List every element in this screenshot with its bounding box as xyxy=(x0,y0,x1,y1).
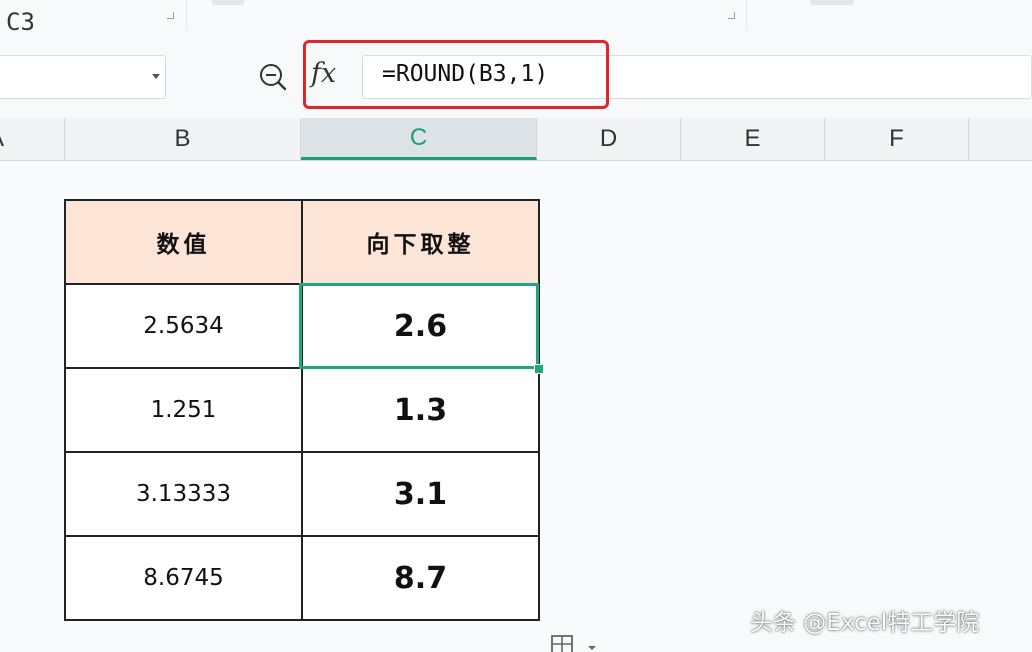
result-cell[interactable]: 2.6 xyxy=(301,283,540,369)
ribbon-tab-stub[interactable] xyxy=(212,0,244,5)
column-header-d[interactable]: D xyxy=(537,118,681,160)
column-header-b[interactable]: B xyxy=(65,118,301,160)
ribbon-divider xyxy=(186,0,187,30)
column-header-f[interactable]: F xyxy=(825,118,969,160)
table-row: 1.251 1.3 xyxy=(64,367,540,453)
header-cell-round[interactable]: 向下取整 xyxy=(301,199,540,285)
watermark-text: 头条 @Excel特工学院 xyxy=(750,610,980,636)
column-header-a[interactable]: A xyxy=(0,118,65,160)
column-header-c[interactable]: C xyxy=(301,118,537,160)
value-cell[interactable]: 8.6745 xyxy=(64,535,303,621)
table-header-row: 数值 向下取整 xyxy=(64,199,540,285)
value-cell[interactable]: 2.5634 xyxy=(64,283,303,369)
spreadsheet-window: C3 fx =ROUND(B3,1) A B C D E F 数值 向下取整 2… xyxy=(0,0,1032,652)
formula-highlight-box xyxy=(303,40,609,109)
name-box-value: C3 xyxy=(6,8,35,36)
result-cell[interactable]: 3.1 xyxy=(301,451,540,537)
data-table: 数值 向下取整 2.5634 2.6 1.251 1.3 3.13333 3.1… xyxy=(64,199,540,621)
zoom-out-icon[interactable] xyxy=(258,62,288,92)
ribbon-strip xyxy=(0,0,1032,30)
ribbon-divider xyxy=(746,0,747,30)
panel-launcher-icon[interactable] xyxy=(728,12,735,19)
chevron-down-icon[interactable] xyxy=(152,74,160,79)
value-cell[interactable]: 1.251 xyxy=(64,367,303,453)
quick-analysis-icon[interactable] xyxy=(548,630,606,652)
value-cell[interactable]: 3.13333 xyxy=(64,451,303,537)
result-cell[interactable]: 1.3 xyxy=(301,367,540,453)
table-row: 2.5634 2.6 xyxy=(64,283,540,369)
header-cell-value[interactable]: 数值 xyxy=(64,199,303,285)
table-row: 8.6745 8.7 xyxy=(64,535,540,621)
name-box[interactable] xyxy=(0,55,166,99)
ribbon-tab-stub[interactable] xyxy=(810,0,854,5)
table-row: 3.13333 3.1 xyxy=(64,451,540,537)
column-header-e[interactable]: E xyxy=(681,118,825,160)
result-cell[interactable]: 8.7 xyxy=(301,535,540,621)
fill-handle[interactable] xyxy=(534,364,544,374)
column-header-g[interactable] xyxy=(969,118,1032,160)
panel-launcher-icon[interactable] xyxy=(167,12,174,19)
